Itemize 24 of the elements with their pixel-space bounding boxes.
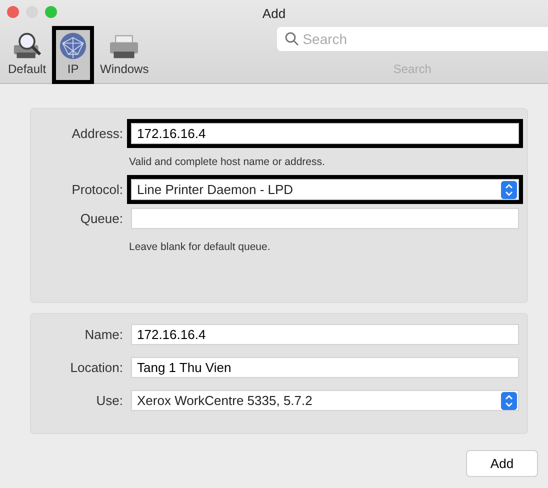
window-control-button[interactable] — [7, 6, 19, 18]
field-label: Address: — [70, 124, 123, 143]
field-label: Name: — [84, 326, 123, 344]
stepper-icon — [501, 392, 517, 410]
text-field[interactable]: 172.16.16.4 — [131, 324, 519, 345]
stepper-icon — [501, 180, 517, 199]
text-field[interactable] — [131, 208, 519, 229]
field-label: Location: — [69, 358, 123, 377]
toolbar-tab[interactable]: Windows — [94, 26, 155, 84]
field-label: Use: — [95, 392, 123, 410]
window-control-button[interactable] — [45, 6, 57, 18]
toolbar-tab[interactable]: IP — [52, 26, 94, 84]
hint-text: Valid and complete host name or address. — [129, 155, 326, 170]
field-label: Queue: — [79, 210, 123, 228]
dropdown-field[interactable]: Xerox WorkCentre 5335, 5.7.2 — [131, 390, 519, 411]
hint-text: Leave blank for default queue. — [129, 240, 272, 255]
add-button[interactable]: Add — [466, 450, 538, 477]
toolbar-tab[interactable]: Default — [2, 26, 52, 84]
globe-icon — [58, 32, 88, 60]
search-icon — [284, 32, 299, 46]
text-field[interactable]: Tang 1 Thu Vien — [131, 357, 519, 378]
search-field[interactable]: Search — [276, 27, 548, 51]
field-label: Protocol: — [70, 180, 123, 198]
window-title: Add — [262, 6, 286, 21]
